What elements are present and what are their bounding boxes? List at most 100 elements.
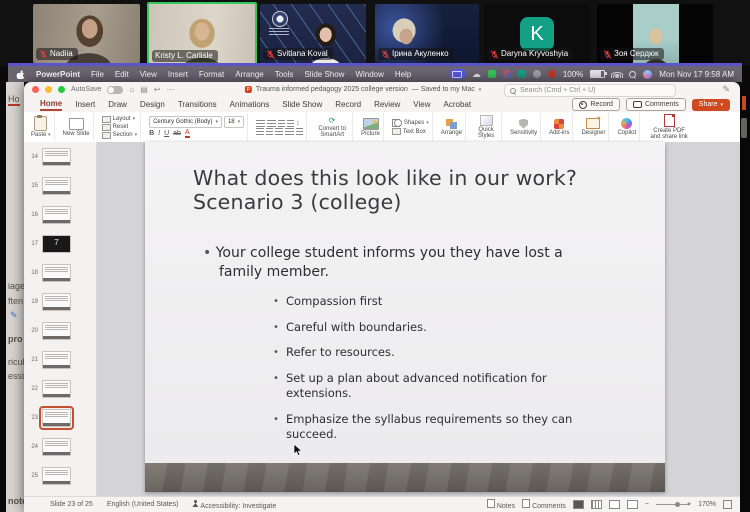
align-left-button[interactable] (256, 128, 264, 135)
home-icon[interactable]: ⌂ (129, 85, 134, 94)
font-color-button[interactable]: A (185, 129, 190, 138)
thumbnail-slide-23-selected[interactable]: 23 (24, 407, 96, 429)
chevron-down-icon[interactable]: ▾ (479, 87, 482, 93)
tab-record[interactable]: Record (335, 100, 361, 109)
language-indicator[interactable]: English (United States) (107, 501, 179, 508)
pen-mode-icon[interactable]: ✎ (722, 84, 730, 95)
justify-button[interactable] (285, 128, 294, 135)
addins-button[interactable]: Add-ins (546, 113, 573, 141)
normal-view-button[interactable] (573, 500, 584, 509)
italic-button[interactable]: I (158, 130, 160, 137)
slide-bullet-1[interactable]: • Your college student informs you they … (203, 244, 603, 282)
zoom-level[interactable]: 170% (698, 501, 716, 508)
reading-view-button[interactable] (609, 500, 620, 509)
shapes-button[interactable]: Shapes▾ (392, 119, 429, 127)
font-size-select[interactable]: 18▾ (224, 116, 244, 128)
record-button[interactable]: Record (572, 98, 620, 111)
slide-canvas[interactable]: What does this look like in our work? Sc… (145, 142, 665, 492)
comments-button[interactable]: Comments (626, 98, 686, 111)
text-box-button[interactable]: Text Box (392, 128, 426, 135)
notes-toggle[interactable]: Notes (487, 499, 515, 510)
app-status-icon[interactable] (533, 70, 541, 78)
app-status-icon[interactable] (503, 70, 511, 78)
thumbnail-slide-20[interactable]: 20 (24, 320, 96, 342)
wifi-icon[interactable] (612, 70, 622, 78)
close-window-button[interactable] (32, 86, 39, 93)
tab-animations[interactable]: Animations (230, 100, 270, 109)
strikethrough-button[interactable]: ab (173, 130, 181, 137)
thumbnail-slide-14[interactable]: 14 (24, 146, 96, 168)
menu-arrange[interactable]: Arrange (235, 70, 263, 79)
align-center-button[interactable] (266, 128, 273, 135)
tab-insert[interactable]: Insert (75, 100, 95, 109)
app-status-icon[interactable] (488, 70, 496, 78)
layout-button[interactable]: Layout▾ (102, 116, 136, 123)
participant-video-daryna[interactable]: K Daryna Kryvoshyia (484, 4, 590, 63)
tab-draw[interactable]: Draw (108, 100, 127, 109)
thumbnail-slide-25[interactable]: 25 (24, 465, 96, 487)
participant-video-zoya[interactable]: Зоя Сердюк (597, 4, 713, 63)
zoom-slider[interactable] (656, 504, 690, 505)
share-button[interactable]: Share ▾ (692, 99, 730, 111)
sensitivity-button[interactable]: Sensitivity (507, 113, 541, 141)
menu-help[interactable]: Help (395, 70, 411, 79)
menu-bar-clock[interactable]: Mon Nov 17 9:58 AM (659, 70, 734, 79)
tab-home[interactable]: Home (40, 99, 62, 111)
participant-video-nadiia[interactable]: Nadiia (33, 4, 140, 63)
paste-group[interactable]: Paste ▾ (28, 113, 55, 141)
copilot-button[interactable]: Copilot (614, 113, 640, 141)
accessibility-status[interactable]: Accessibility: Investigate (192, 500, 276, 510)
minimize-window-button[interactable] (45, 86, 52, 93)
tab-view[interactable]: View (413, 100, 430, 109)
spotlight-search-icon[interactable] (629, 71, 636, 78)
numbering-button[interactable] (267, 120, 276, 127)
participant-video-iryna[interactable]: Ірина Акуленко (375, 4, 479, 63)
slide-sub-bullets[interactable]: Compassion first Careful with boundaries… (273, 294, 603, 453)
line-spacing-button[interactable]: ↕ (296, 120, 300, 127)
tab-design[interactable]: Design (140, 100, 165, 109)
menu-insert[interactable]: Insert (168, 70, 188, 79)
undo-icon[interactable]: ↩ (154, 85, 161, 94)
arrange-button[interactable]: Arrange (438, 113, 466, 141)
quick-styles-button[interactable]: Quick Styles (471, 113, 502, 141)
menu-slide-show[interactable]: Slide Show (304, 70, 344, 79)
slide-position[interactable]: Slide 23 of 25 (50, 501, 93, 508)
slide-sorter-view-button[interactable] (591, 500, 602, 509)
participant-video-kristy[interactable]: Kristy L. Carlisle (147, 2, 257, 67)
apple-menu-icon[interactable] (16, 69, 25, 79)
zoom-out-button[interactable]: − (645, 501, 649, 508)
more-icon[interactable]: ⋯ (166, 85, 174, 94)
new-slide-button[interactable]: New Slide (60, 113, 94, 141)
thumbnail-slide-22[interactable]: 22 (24, 378, 96, 400)
menu-format[interactable]: Format (199, 70, 224, 79)
thumbnail-slide-21[interactable]: 21 (24, 349, 96, 371)
fit-to-window-button[interactable] (723, 500, 732, 509)
menu-tools[interactable]: Tools (275, 70, 294, 79)
autosave-toggle[interactable] (107, 86, 123, 94)
save-icon[interactable]: ▤ (140, 85, 148, 94)
thumbnail-slide-24[interactable]: 24 (24, 436, 96, 458)
slide-title[interactable]: What does this look like in our work? Sc… (193, 166, 645, 214)
search-input[interactable]: Search (Cmd + Ctrl + U) (504, 84, 676, 97)
menu-app-name[interactable]: PowerPoint (36, 70, 80, 79)
thumbnail-slide-16[interactable]: 16 (24, 204, 96, 226)
slideshow-view-button[interactable] (627, 500, 638, 509)
cloud-sync-icon[interactable]: ☁ (472, 70, 481, 79)
indent-decrease-button[interactable] (278, 120, 285, 127)
recording-status-icon[interactable] (548, 70, 556, 78)
zoom-window-button[interactable] (58, 86, 65, 93)
bullets-button[interactable] (256, 120, 265, 127)
convert-smartart-button[interactable]: ⟳ Convert to SmartArt (312, 113, 353, 141)
menu-edit[interactable]: Edit (115, 70, 129, 79)
underline-button[interactable]: U (164, 130, 169, 137)
tab-acrobat[interactable]: Acrobat (444, 100, 472, 109)
picture-button[interactable]: Picture (358, 113, 384, 141)
tab-slide-show[interactable]: Slide Show (282, 100, 322, 109)
thumbnail-slide-19[interactable]: 19 (24, 291, 96, 313)
zoom-in-button[interactable]: + (687, 501, 691, 508)
zoom-slider-knob[interactable] (675, 502, 680, 507)
thumbnail-slide-18[interactable]: 18 (24, 262, 96, 284)
section-button[interactable]: Section▾ (102, 132, 138, 139)
comments-toggle[interactable]: Comments (522, 499, 566, 510)
saved-status[interactable]: — Saved to my Mac (412, 86, 475, 93)
